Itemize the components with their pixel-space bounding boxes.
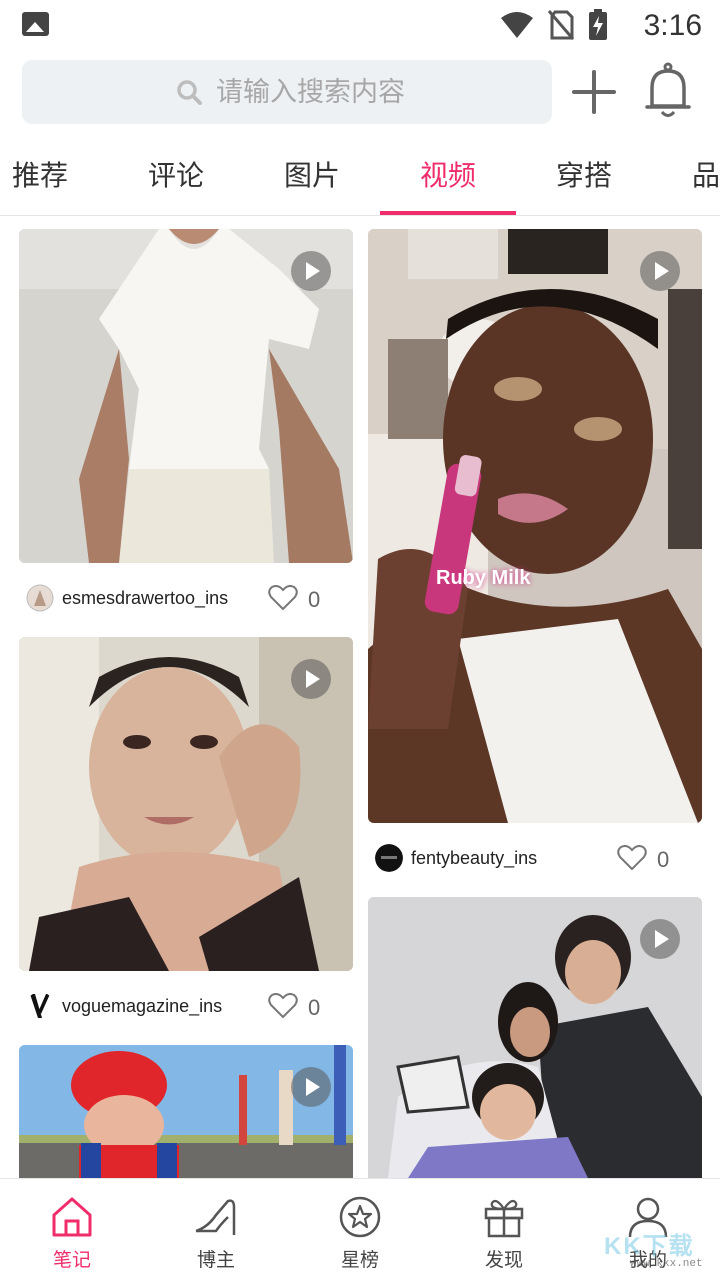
author-name[interactable]: voguemagazine_ins	[62, 996, 222, 1017]
notification-bell-icon[interactable]	[644, 62, 692, 120]
nav-label: 发现	[484, 1250, 523, 1271]
video-overlay-text: Ruby Milk	[436, 567, 531, 589]
tab-recommend[interactable]: 推荐	[12, 154, 68, 194]
play-icon	[640, 919, 680, 959]
avatar	[26, 992, 54, 1020]
video-thumbnail[interactable]: Ruby Milk	[368, 229, 702, 823]
active-tab-indicator	[380, 211, 516, 215]
no-sim-icon	[548, 10, 574, 40]
video-thumbnail[interactable]	[368, 897, 702, 1178]
play-icon	[291, 659, 331, 699]
video-thumbnail[interactable]	[19, 1045, 353, 1178]
watermark-url: www.kkx.net	[630, 1258, 703, 1270]
add-post-button[interactable]	[570, 68, 618, 116]
lip-gloss-image	[368, 229, 702, 823]
battery-charging-icon	[589, 9, 607, 40]
star-badge-icon	[339, 1196, 381, 1238]
heart-icon[interactable]	[268, 585, 298, 611]
like-count: 0	[308, 587, 321, 612]
nav-star-ranking[interactable]: 星榜	[288, 1179, 432, 1280]
search-bar[interactable]	[22, 60, 552, 124]
nav-notes[interactable]: 笔记	[0, 1179, 144, 1280]
play-icon	[640, 251, 680, 291]
nav-label: 星榜	[340, 1250, 379, 1271]
play-icon	[291, 1067, 331, 1107]
red-beret-outdoor-image	[19, 1045, 353, 1178]
heart-icon[interactable]	[617, 845, 647, 871]
video-thumbnail[interactable]	[19, 229, 353, 563]
tab-comments[interactable]: 评论	[148, 154, 204, 194]
nav-label: 博主	[196, 1250, 235, 1271]
nav-discover[interactable]: 发现	[432, 1179, 576, 1280]
like-count: 0	[308, 995, 321, 1020]
nav-bloggers[interactable]: 博主	[144, 1179, 288, 1280]
author-name[interactable]: esmesdrawertoo_ins	[62, 588, 228, 609]
tab-products[interactable]: 品	[692, 154, 720, 194]
watermark: KK下载 www.kkx.net	[600, 1226, 718, 1278]
watermark-text: KK下载	[604, 1233, 695, 1260]
tab-outfits[interactable]: 穿搭	[556, 154, 612, 194]
play-icon	[291, 251, 331, 291]
gift-icon	[484, 1199, 524, 1238]
avatar	[375, 844, 403, 872]
status-icons	[500, 9, 608, 40]
tab-video[interactable]: 视频	[420, 154, 476, 194]
search-icon	[177, 80, 202, 105]
home-icon	[52, 1197, 92, 1237]
image-notification-icon	[22, 12, 49, 36]
like-count: 0	[657, 847, 670, 872]
avatar	[26, 584, 54, 612]
author-name[interactable]: fentybeauty_ins	[411, 848, 537, 869]
nav-label: 笔记	[52, 1250, 91, 1271]
wifi-icon	[501, 12, 533, 38]
category-tabs: 推荐 评论 图片 视频 穿搭 品	[0, 130, 720, 216]
status-bar: 3:16	[0, 0, 720, 50]
heart-icon[interactable]	[268, 993, 298, 1019]
tab-images[interactable]: 图片	[284, 154, 340, 194]
clock: 3:16	[643, 9, 702, 42]
search-input[interactable]	[216, 76, 516, 108]
video-thumbnail[interactable]	[19, 637, 353, 971]
high-heel-icon	[195, 1199, 236, 1235]
